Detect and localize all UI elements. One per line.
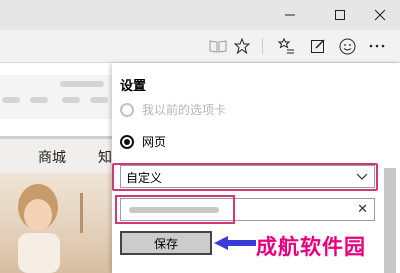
input-highlight [115,195,235,224]
site-nav-bar: 商城 知 [0,136,112,173]
minimize-icon [285,14,295,16]
more-button[interactable] [367,36,387,56]
blurred-header [0,75,112,119]
save-button[interactable]: 保存 [120,231,212,255]
radio-button-selected[interactable] [120,134,134,149]
reading-view-button[interactable] [208,36,228,56]
more-dots-icon [369,44,385,48]
panel-scrollbar[interactable] [384,168,396,273]
nav-item-partial[interactable]: 知 [98,147,112,167]
nav-item-mall[interactable]: 商城 [38,147,66,167]
star-icon [234,38,250,54]
hub-icon [277,38,294,54]
web-page-content: 商城 知 [0,63,112,273]
radio-label-webpage: 网页 [142,135,167,149]
minimize-button[interactable] [268,0,312,30]
pencil-note-icon [311,39,325,53]
hub-button[interactable] [276,36,296,56]
watermark-text: 成航软件园 [256,235,366,259]
close-window-button[interactable] [358,0,400,30]
browser-toolbar [0,30,400,63]
maximize-icon [335,10,345,20]
radio-option-webpage[interactable]: 网页 [120,133,166,150]
toolbar-divider [262,38,263,54]
close-icon [374,9,386,21]
chevron-down-icon [356,173,368,180]
dropdown-value: 自定义 [126,171,163,185]
web-note-button[interactable] [308,36,328,56]
banner-photo [0,173,112,273]
favorite-button[interactable] [232,36,252,56]
pointer-arrow-icon [214,236,256,250]
radio-label-previous-tabs: 我以前的选项卡 [142,103,227,117]
title-bar [0,0,400,30]
clear-input-icon[interactable]: ✕ [357,202,368,217]
child-photo-image [18,184,83,273]
feedback-button[interactable] [337,36,357,56]
radio-button-unselected[interactable] [120,102,134,117]
panel-title: 设置 [120,79,147,94]
maximize-button[interactable] [318,0,362,30]
reading-view-icon [209,40,227,53]
startup-dropdown[interactable]: 自定义 [120,165,375,188]
smiley-icon [339,38,355,54]
radio-option-previous-tabs[interactable]: 我以前的选项卡 [120,101,226,118]
